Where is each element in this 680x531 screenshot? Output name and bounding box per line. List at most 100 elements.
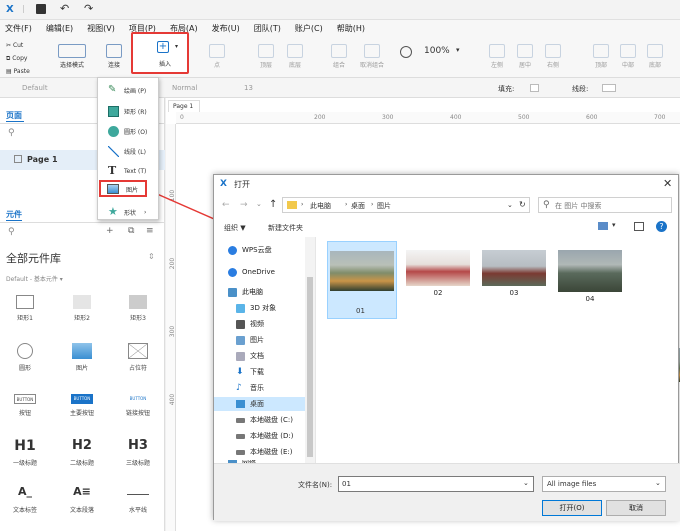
insert-menu-line[interactable]: 线段 (L) — [108, 143, 146, 159]
widget-button[interactable]: BUTTON 按钮 — [5, 394, 45, 417]
widget-text-paragraph[interactable]: A≡ 文本段落 — [62, 485, 102, 514]
back-arrow-icon[interactable]: ← — [222, 200, 230, 210]
menu-view[interactable]: 视图(V) — [87, 23, 115, 34]
insert-menu-circle[interactable]: 圆形 (O) — [108, 123, 147, 139]
insert-menu-image[interactable]: 图片 — [99, 180, 147, 197]
filename-input[interactable]: 01 ⌄ — [338, 476, 534, 492]
breadcrumb-desktop[interactable]: 桌面 — [351, 201, 365, 211]
insert-menu-shape[interactable]: ★ 形状 › — [108, 204, 146, 220]
widget-primary-button[interactable]: BUTTON 主要按钮 — [62, 394, 102, 417]
insert-menu-text[interactable]: T Text (T) — [108, 163, 146, 179]
open-button[interactable]: 打开(O) — [542, 500, 602, 516]
organize-button[interactable]: 组织 ▼ — [224, 223, 246, 233]
search-box[interactable]: ⚲ 在 图片 中搜索 — [538, 197, 672, 213]
widget-h1[interactable]: H1 一级标题 — [5, 438, 45, 467]
insert-menu-draw[interactable]: ✎ 绘画 (P) — [108, 82, 146, 98]
library-select[interactable]: 全部元件库 — [6, 250, 61, 266]
bring-top-button[interactable]: 顶层 — [254, 44, 278, 69]
zoom-chevron-icon[interactable]: ▾ — [456, 46, 460, 54]
new-folder-button[interactable]: 新建文件夹 — [268, 223, 303, 233]
nav-music[interactable]: ♪ 音乐 — [236, 381, 264, 395]
filetype-select[interactable]: All image files ⌄ — [542, 476, 666, 492]
close-icon[interactable]: ✕ — [663, 177, 672, 190]
widget-rect2[interactable]: 矩形2 — [62, 295, 102, 322]
line-style-select[interactable] — [602, 84, 616, 92]
refresh-icon[interactable]: ↻ — [519, 200, 526, 209]
file-item-02[interactable]: 02 — [406, 250, 470, 297]
zoom-level[interactable]: 100% — [424, 46, 450, 56]
widget-text-label[interactable]: A_ 文本标签 — [5, 485, 45, 514]
insert-button[interactable]: + ▾ 插入 — [131, 32, 189, 74]
undo-icon[interactable]: ↶ — [60, 2, 69, 15]
file-item-03[interactable]: 03 — [482, 250, 546, 297]
nav-downloads[interactable]: ⬇ 下载 — [236, 365, 264, 379]
send-bottom-button[interactable]: 底层 — [283, 44, 307, 69]
align-center-button[interactable]: 居中 — [514, 44, 536, 69]
file-item-01[interactable]: 01 — [327, 241, 397, 319]
paste-button[interactable]: ▤ Paste — [6, 65, 30, 78]
add-library-icon[interactable]: + — [106, 226, 114, 236]
cancel-button[interactable]: 取消 — [606, 500, 666, 516]
cut-button[interactable]: ✂ Cut — [6, 39, 30, 52]
filename-dropdown-icon[interactable]: ⌄ — [523, 479, 529, 487]
copy-button[interactable]: ⧉ Copy — [6, 52, 30, 65]
widget-h2[interactable]: H2 二级标题 — [62, 438, 102, 467]
menu-file[interactable]: 文件(F) — [5, 23, 32, 34]
nav-scrollbar[interactable] — [305, 237, 315, 463]
view-options-icon[interactable] — [598, 222, 608, 230]
library-subtitle[interactable]: Default - 基本元件 ▾ — [6, 274, 63, 283]
widget-link-button[interactable]: BUTTON 链接按钮 — [118, 394, 158, 417]
point-button[interactable]: 点 — [207, 44, 227, 69]
nav-drive-e[interactable]: 本地磁盘 (E:) — [236, 445, 292, 459]
file-item-04[interactable]: 04 — [558, 250, 622, 303]
insert-menu-rectangle[interactable]: 矩形 (R) — [108, 103, 147, 119]
select-mode-button[interactable]: 选择模式 — [54, 44, 90, 69]
widgets-search-icon[interactable]: ⚲ — [8, 227, 15, 237]
breadcrumb-this-pc[interactable]: 此电脑 — [310, 201, 331, 211]
breadcrumb-pictures[interactable]: 图片 — [377, 201, 391, 211]
view-chevron-icon[interactable]: ▾ — [612, 221, 616, 229]
menu-help[interactable]: 帮助(H) — [337, 23, 365, 34]
nav-documents[interactable]: 文档 — [236, 349, 264, 363]
menu-edit[interactable]: 编辑(E) — [46, 23, 73, 34]
address-bar[interactable]: › 此电脑 › 桌面 › 图片 ⌄ ↻ — [282, 197, 530, 213]
widget-image[interactable]: 图片 — [62, 343, 102, 372]
nav-wps-cloud[interactable]: WPS云盘 — [228, 243, 272, 257]
menu-publish[interactable]: 发布(U) — [212, 23, 240, 34]
widget-rect3[interactable]: 矩形3 — [118, 295, 158, 322]
copy-library-icon[interactable]: ⧉ — [128, 226, 134, 236]
redo-icon[interactable]: ↷ — [84, 2, 93, 15]
forward-arrow-icon[interactable]: → — [240, 200, 248, 210]
widget-rect1[interactable]: 矩形1 — [5, 295, 45, 322]
widget-horizontal-line[interactable]: 水平线 — [118, 485, 158, 514]
nav-pictures[interactable]: 图片 — [236, 333, 264, 347]
pages-search-icon[interactable]: ⚲ — [8, 128, 15, 138]
search-input[interactable]: 在 图片 中搜索 — [555, 201, 601, 211]
help-icon[interactable]: ? — [656, 221, 667, 232]
ungroup-button[interactable]: 取消组合 — [354, 44, 390, 69]
connect-button[interactable]: 连接 — [100, 44, 128, 69]
fill-color-swatch[interactable] — [530, 84, 539, 92]
menu-account[interactable]: 账户(C) — [295, 23, 323, 34]
tab-page1[interactable]: Page 1 — [168, 100, 200, 112]
group-button[interactable]: 组合 — [327, 44, 351, 69]
address-dropdown-icon[interactable]: ⌄ — [507, 201, 513, 209]
nav-videos[interactable]: 视频 — [236, 317, 264, 331]
style-select[interactable]: Default — [22, 84, 48, 92]
recent-chevron-icon[interactable]: ⌄ — [256, 200, 262, 208]
menu-team[interactable]: 团队(T) — [254, 23, 281, 34]
up-arrow-icon[interactable]: ↑ — [269, 199, 277, 210]
widget-circle[interactable]: 圆形 — [5, 343, 45, 372]
nav-drive-d[interactable]: 本地磁盘 (D:) — [236, 429, 293, 443]
align-right-button[interactable]: 右侧 — [542, 44, 564, 69]
preview-pane-icon[interactable] — [634, 222, 644, 231]
align-left-button[interactable]: 左侧 — [486, 44, 508, 69]
align-bottom-button[interactable]: 底部 — [644, 44, 666, 69]
nav-onedrive[interactable]: OneDrive — [228, 265, 275, 279]
nav-drive-c[interactable]: 本地磁盘 (C:) — [236, 413, 293, 427]
nav-this-pc[interactable]: 此电脑 — [228, 285, 263, 299]
widget-placeholder[interactable]: 占位符 — [118, 343, 158, 372]
align-top-button[interactable]: 顶部 — [590, 44, 612, 69]
nav-3d-objects[interactable]: 3D 对象 — [236, 301, 276, 315]
font-size-select[interactable]: 13 — [244, 84, 253, 92]
